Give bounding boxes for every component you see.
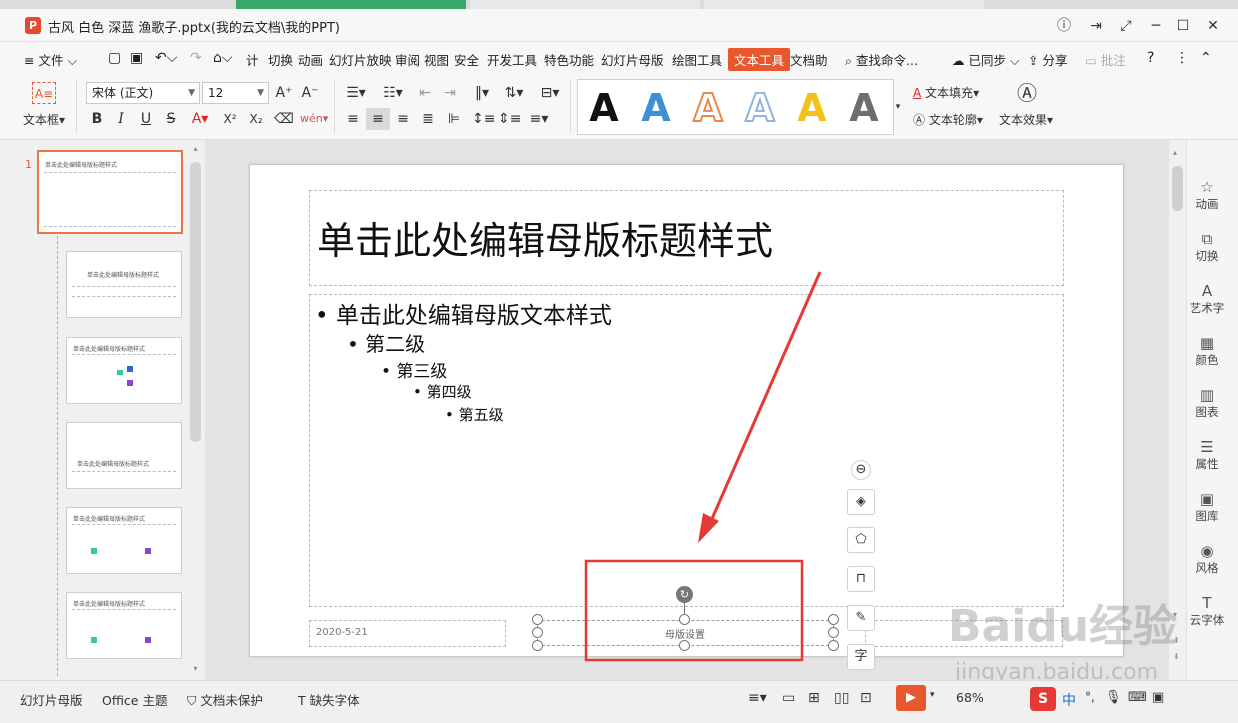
chart-icon: ▥ <box>1199 386 1215 404</box>
font-icon: T <box>1202 594 1212 612</box>
panel-style[interactable]: ◉ 风格 <box>1187 542 1227 576</box>
panel-chart-label: 图表 <box>1195 405 1219 419</box>
panel-gallery[interactable]: ▣ 图库 <box>1187 490 1227 524</box>
panel-color[interactable]: ▦ 颜色 <box>1187 334 1227 368</box>
status-protection[interactable]: ⛉ 文档未保护 <box>187 690 263 709</box>
panel-cloud-font[interactable]: T 云字体 <box>1187 594 1227 628</box>
panel-wordart-label: 艺术字 <box>1189 301 1225 315</box>
status-missing-font-label: 缺失字体 <box>309 693 360 708</box>
panel-transition[interactable]: ⧉ 切换 <box>1187 230 1227 264</box>
shield-icon: ⛉ <box>187 693 197 708</box>
status-bar: 幻灯片母版 Office 主题 ⛉ 文档未保护 T 缺失字体 ≡▾ ▭ ⊞ ▯▯… <box>0 680 1238 723</box>
image-library-icon: ▣ <box>1199 490 1215 508</box>
zoom-level[interactable]: 68% <box>956 690 984 705</box>
style-icon: ◉ <box>1200 542 1214 560</box>
play-slideshow-icon[interactable]: ▶ <box>896 685 926 711</box>
ime-punctuation-icon[interactable]: °, <box>1085 690 1095 704</box>
presenter-view-icon[interactable]: ⊡ <box>860 690 872 706</box>
skin-icon[interactable]: ▣ <box>1152 690 1164 705</box>
status-missing-font[interactable]: T 缺失字体 <box>298 690 360 709</box>
panel-animation-label: 动画 <box>1195 197 1219 211</box>
star-icon: ☆ <box>1200 178 1214 196</box>
reading-view-icon[interactable]: ▯▯ <box>834 690 849 706</box>
panel-color-label: 颜色 <box>1195 353 1219 367</box>
annotation-arrowhead <box>698 513 719 543</box>
wordart-icon: A <box>1201 282 1213 300</box>
status-protection-label: 文档未保护 <box>200 693 263 708</box>
panel-wordart[interactable]: A 艺术字 <box>1187 282 1227 316</box>
panel-animation[interactable]: ☆ 动画 <box>1187 178 1227 212</box>
play-options-icon[interactable]: ▾ <box>930 690 935 700</box>
panel-style-label: 风格 <box>1195 561 1219 575</box>
font-missing-icon: T <box>298 693 306 708</box>
sogou-ime-icon[interactable]: S <box>1030 687 1056 711</box>
panel-properties[interactable]: ☰ 属性 <box>1187 438 1227 472</box>
status-theme[interactable]: Office 主题 <box>102 690 167 709</box>
panel-cloud-font-label: 云字体 <box>1189 613 1225 627</box>
panel-gallery-label: 图库 <box>1195 509 1219 523</box>
task-panel: ☆ 动画 ⧉ 切换 A 艺术字 ▦ 颜色 ▥ 图表 ☰ 属性 ▣ 图库 ◉ 风格 T 云字体 <box>1186 140 1238 680</box>
properties-icon: ☰ <box>1200 438 1214 456</box>
canvas-scroll-thumb[interactable] <box>1172 166 1183 211</box>
scroll-up-icon[interactable]: ▴ <box>1173 148 1177 157</box>
annotation-highlight-box <box>584 559 804 662</box>
microphone-icon[interactable]: 🎙 <box>1105 690 1122 705</box>
panel-properties-label: 属性 <box>1195 457 1219 471</box>
annotation-arrow-line <box>706 271 822 529</box>
slide-sorter-icon[interactable]: ⊞ <box>808 690 820 706</box>
status-view-mode[interactable]: 幻灯片母版 <box>20 690 83 709</box>
notes-toggle-icon[interactable]: ≡▾ <box>748 690 767 706</box>
ime-mode[interactable]: 中 <box>1062 690 1076 710</box>
transition-icon: ⧉ <box>1201 230 1213 248</box>
panel-chart[interactable]: ▥ 图表 <box>1187 386 1227 420</box>
panel-transition-label: 切换 <box>1195 249 1219 263</box>
normal-view-icon[interactable]: ▭ <box>782 690 795 706</box>
palette-icon: ▦ <box>1199 334 1215 352</box>
baidu-watermark: Baidu经验 <box>948 601 1178 652</box>
keyboard-icon[interactable]: ⌨ <box>1128 690 1147 705</box>
